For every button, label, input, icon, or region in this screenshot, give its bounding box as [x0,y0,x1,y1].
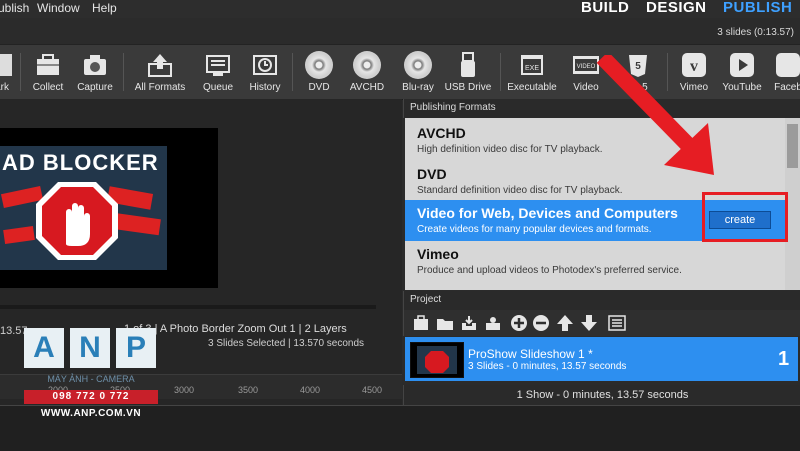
publishing-formats-title: Publishing Formats [410,102,496,113]
save-tray-icon[interactable] [460,314,478,332]
slide-title-text: AD BLOCKER [2,150,159,175]
toolbar-history-button[interactable]: History [245,49,285,97]
watermark-phone: 098 772 0 772 [24,390,158,404]
move-up-icon[interactable] [556,314,574,332]
dvd-icon [305,51,333,79]
capture-icon [84,55,106,75]
ruler-tick-label: 4000 [300,385,321,395]
thumbnail-stop-icon [417,346,457,374]
svg-text:EXE: EXE [525,65,539,72]
toolbar-divider [292,53,293,91]
annotation-arrow [596,55,714,175]
ruler-tick-label: 4500 [362,385,383,395]
slide-preview-image: AD BLOCKER [0,146,167,270]
ruler-tick-label: 3000 [174,385,195,395]
format-description: Create videos for many popular devices a… [417,224,652,235]
watermark-letter: P [116,328,156,368]
format-description: High definition video disc for TV playba… [417,144,603,155]
toolbar-divider [500,53,501,91]
project-toolbar [403,310,800,336]
open-folder-icon[interactable] [436,314,454,332]
mode-build-tab[interactable]: BUILD [581,0,629,16]
show-thumbnail [410,342,464,378]
format-item-vimeo[interactable]: Vimeo Produce and upload videos to Photo… [405,241,785,282]
anp-watermark: A N P MÁY ẢNH - CAMERA 098 772 0 772 WWW… [24,328,158,420]
list-view-icon[interactable] [608,314,626,332]
ruler-tick-label: 3500 [238,385,259,395]
bookmark-icon [0,54,12,76]
project-header: Project [403,291,800,310]
watermark-site: WWW.ANP.COM.VN [40,408,142,419]
slides-selected-text: 3 Slides Selected | 13.570 seconds [208,338,365,349]
format-name: DVD [417,166,447,182]
avchd-icon [353,51,381,79]
toolbar-all-formats-button[interactable]: All Formats [130,49,190,97]
toolbar-queue-button[interactable]: Queue [198,49,238,97]
toolbar-bookmark-button[interactable]: ark [0,49,14,97]
move-down-icon[interactable] [580,314,598,332]
toolbar-executable-button[interactable]: EXE Executable [504,49,560,97]
slide-count-status: 3 slides (0:13.57) [717,27,794,38]
history-icon [253,55,277,75]
toolbar-capture-button[interactable]: Capture [74,49,116,97]
preview-progress-track[interactable] [0,305,376,309]
project-title: Project [410,294,442,305]
project-summary: 1 Show - 0 minutes, 13.57 seconds [403,385,800,405]
format-name: Vimeo [417,246,459,262]
menu-publish[interactable]: ublish [0,1,29,15]
collect-icon [37,54,59,75]
watermark-letter: N [70,328,110,368]
all-formats-icon [148,54,172,77]
menu-bar: ublish Window Help BUILD DESIGN PUBLISH [0,0,800,18]
toolbar-facebook-button[interactable]: Faceb [768,49,800,97]
remove-icon[interactable] [532,314,550,332]
mode-design-tab[interactable]: DESIGN [646,0,707,16]
menu-window[interactable]: Window [37,1,80,15]
usb-icon [461,52,475,77]
toolbar-usb-button[interactable]: USB Drive [442,49,494,97]
bluray-icon [404,51,432,79]
new-project-icon[interactable] [412,314,430,332]
show-number: 1 [778,348,790,370]
show-name: ProShow Slideshow 1 * [468,347,593,361]
status-bar: 3 slides (0:13.57) [0,20,800,44]
format-name: Video for Web, Devices and Computers [417,205,678,221]
show-details: 3 Slides - 0 minutes, 13.57 seconds [468,361,627,372]
toolbar-avchd-button[interactable]: AVCHD [344,49,390,97]
facebook-icon [776,53,800,77]
format-name: AVCHD [417,125,466,141]
executable-icon: EXE [521,55,543,75]
stop-hand-icon [0,182,161,260]
project-summary-text: 1 Show - 0 minutes, 13.57 seconds [516,389,689,401]
toolbar-bluray-button[interactable]: Blu-ray [398,49,438,97]
watermark-company: MÁY ẢNH - CAMERA [47,374,135,384]
burn-icon[interactable] [484,314,502,332]
mode-publish-tab[interactable]: PUBLISH [723,0,792,16]
format-description: Produce and upload videos to Photodex's … [417,265,682,276]
add-icon[interactable] [510,314,528,332]
menu-help[interactable]: Help [92,1,117,15]
watermark-letter: A [24,328,64,368]
toolbar-dvd-button[interactable]: DVD [300,49,338,97]
toolbar-divider [123,53,124,91]
formats-scrollbar-thumb[interactable] [787,124,798,168]
toolbar-collect-button[interactable]: Collect [28,49,68,97]
queue-icon [206,55,230,76]
toolbar-divider [20,53,21,91]
